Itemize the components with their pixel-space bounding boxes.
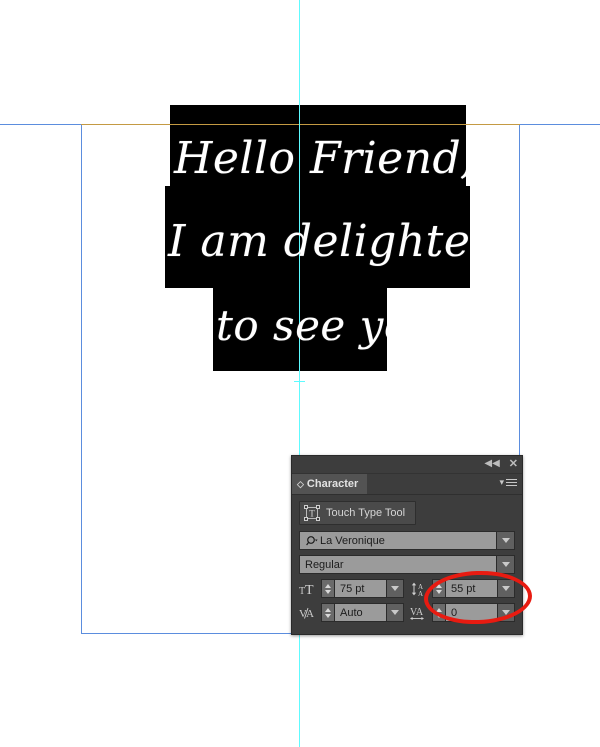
svg-text:T: T (309, 509, 315, 519)
font-family-combo[interactable]: La Veronique (299, 531, 515, 550)
chevron-down-icon: ▾ (499, 477, 504, 487)
font-style-value[interactable]: Regular (300, 556, 496, 573)
font-family-row: La Veronique (299, 531, 515, 550)
font-size-dropdown-arrow[interactable] (387, 579, 404, 598)
kerning-field[interactable]: V A Auto (299, 603, 404, 622)
tracking-icon: VA (410, 605, 432, 621)
search-icon[interactable] (305, 535, 320, 547)
font-size-stepper[interactable] (321, 579, 334, 598)
leading-field[interactable]: A A 55 pt (410, 579, 515, 598)
text-anchor-point-icon[interactable] (294, 376, 305, 387)
tracking-field[interactable]: VA 0 (410, 603, 515, 622)
font-style-row: Regular (299, 555, 515, 574)
size-leading-row: T T 75 pt A A 55 pt (299, 579, 515, 598)
baseline-guide (81, 124, 520, 125)
tab-character-label: Character (306, 478, 359, 490)
touch-type-tool-label: Touch Type Tool (326, 507, 406, 519)
character-panel[interactable]: ◀◀ ✕ ◇ Character ▾ T Touch Type Tool La … (291, 455, 523, 635)
panel-titlebar-icons: ◀◀ ✕ (484, 457, 518, 471)
leading-icon: A A (410, 581, 432, 597)
artwork-text-line-2[interactable]: I am delighted (168, 220, 499, 264)
font-family-input-wrap[interactable]: La Veronique (300, 532, 496, 549)
svg-text:A: A (418, 590, 423, 597)
leading-dropdown-arrow[interactable] (498, 579, 515, 598)
leading-stepper[interactable] (432, 579, 445, 598)
close-icon[interactable]: ✕ (509, 457, 518, 471)
panel-tab-row: ◇ Character ▾ (292, 474, 522, 495)
font-size-field[interactable]: T T 75 pt (299, 579, 404, 598)
hamburger-icon (506, 477, 517, 488)
touch-type-tool-icon: T (304, 505, 320, 521)
font-style-combo[interactable]: Regular (299, 555, 515, 574)
font-size-value[interactable]: 75 pt (334, 579, 387, 598)
svg-text:T: T (305, 583, 314, 597)
tab-character[interactable]: ◇ Character (292, 474, 368, 494)
kerning-stepper[interactable] (321, 603, 334, 622)
kerning-value[interactable]: Auto (334, 603, 387, 622)
touch-type-tool-button[interactable]: T Touch Type Tool (299, 501, 417, 525)
tracking-stepper[interactable] (432, 603, 445, 622)
kerning-dropdown-arrow[interactable] (387, 603, 404, 622)
artwork-text-line-1[interactable]: Hello Friend; (174, 137, 477, 181)
tracking-dropdown-arrow[interactable] (498, 603, 515, 622)
svg-text:VA: VA (410, 607, 424, 618)
illustrator-screenshot: Hello Friend; I am delighted to see you … (0, 0, 600, 747)
kerning-tracking-row: V A Auto VA 0 (299, 603, 515, 622)
font-family-value: La Veronique (320, 534, 385, 547)
panel-grip-icon: ◇ (297, 478, 304, 489)
font-size-icon: T T (299, 581, 321, 597)
panel-menu-button[interactable]: ▾ (499, 477, 517, 488)
tracking-value[interactable]: 0 (445, 603, 498, 622)
leading-value[interactable]: 55 pt (445, 579, 498, 598)
character-panel-body: T Touch Type Tool La Veronique Regular T… (292, 495, 522, 634)
collapse-icon[interactable]: ◀◀ (484, 457, 499, 471)
font-style-dropdown-arrow[interactable] (496, 556, 514, 573)
font-family-dropdown-arrow[interactable] (496, 532, 514, 549)
kerning-icon: V A (299, 605, 321, 621)
panel-titlebar[interactable]: ◀◀ ✕ (292, 456, 522, 474)
artwork-text-line-3[interactable]: to see you (216, 305, 437, 347)
